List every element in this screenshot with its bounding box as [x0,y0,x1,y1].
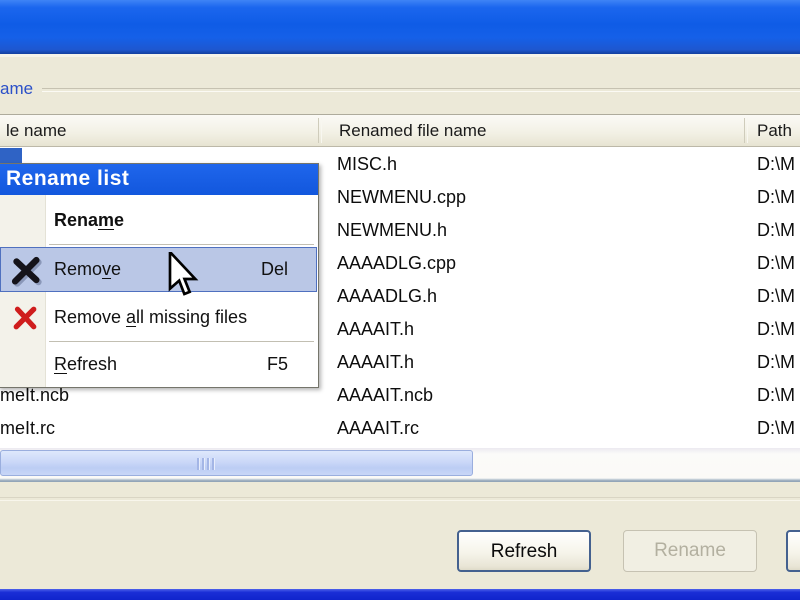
cell-path: D:\M [757,319,795,339]
menu-item-label: Refresh [54,353,118,374]
menu-item-label: Remove all missing files [54,306,248,327]
cell-file-name: meIt.ncb [0,385,70,405]
cell-file-name: meIt.rc [0,418,56,438]
cell-renamed-name: NEWMENU.h [337,220,448,240]
cell-renamed-name: AAAAIT.h [337,352,415,372]
cell-renamed-name: AAAAIT.h [337,319,415,339]
menu-item-remove[interactable]: Remove Del [0,247,317,292]
menu-separator [49,244,314,245]
context-menu-title: Rename list [0,164,318,195]
list-header: le name Renamed file name Path [0,115,800,147]
scrollbar-thumb[interactable] [0,450,473,476]
scrollbar-grip [212,458,215,470]
cell-path: D:\M [757,286,795,306]
refresh-button[interactable]: Refresh [457,530,591,572]
groupbox-border [42,88,800,92]
column-resizer[interactable] [318,118,322,143]
red-x-icon [13,306,37,330]
column-resizer[interactable] [744,118,748,143]
cell-path: D:\M [757,187,795,207]
app-window: ame le name Renamed file name Path MISC.… [0,0,800,600]
menu-item-remove-all-missing-files[interactable]: Remove all missing files [1,296,316,338]
window-titlebar[interactable] [0,0,800,54]
cell-path: D:\M [757,253,795,273]
column-header-path[interactable]: Path [757,121,792,141]
rename-button[interactable]: Rename [623,530,757,572]
column-header-file-name[interactable]: le name [6,121,66,141]
scrollbar-grip [197,458,200,470]
groupbox-bottom-border [0,497,800,501]
cell-path: D:\M [757,220,795,240]
cell-renamed-name: MISC.h [337,154,398,174]
cell-renamed-name: AAAADLG.cpp [337,253,457,273]
list-bottom-border [0,478,800,482]
menu-item-label: Remove [54,259,122,279]
titlebar-divider [0,54,800,57]
menu-shortcut: F5 [266,353,288,374]
table-row[interactable]: meIt.rc AAAAIT.rc D:\M [0,412,800,445]
column-header-renamed-file-name[interactable]: Renamed file name [339,121,486,141]
cell-renamed-name: AAAAIT.ncb [337,385,434,405]
menu-item-rename[interactable]: Rename [1,200,316,240]
mouse-cursor-icon [168,252,199,296]
menu-shortcut: Del [260,259,288,279]
cell-renamed-name: AAAAIT.rc [337,418,420,438]
cell-path: D:\M [757,385,795,405]
scrollbar-grip [202,458,205,470]
context-menu: Rename list Rename Remove Del Remove all… [0,163,319,388]
black-x-icon [11,256,42,287]
scrollbar-grip [207,458,210,470]
window-bottom-border [0,589,800,600]
menu-item-label: Rename [54,209,125,230]
partial-button[interactable] [786,530,800,572]
cell-path: D:\M [757,418,795,438]
menu-separator [49,341,314,342]
cell-path: D:\M [757,154,795,174]
cell-path: D:\M [757,352,795,372]
cell-renamed-name: AAAADLG.h [337,286,438,306]
menu-item-refresh[interactable]: Refresh F5 [1,344,316,384]
cell-renamed-name: NEWMENU.cpp [337,187,467,207]
groupbox-label: ame [0,79,34,98]
horizontal-scrollbar[interactable] [0,448,800,478]
